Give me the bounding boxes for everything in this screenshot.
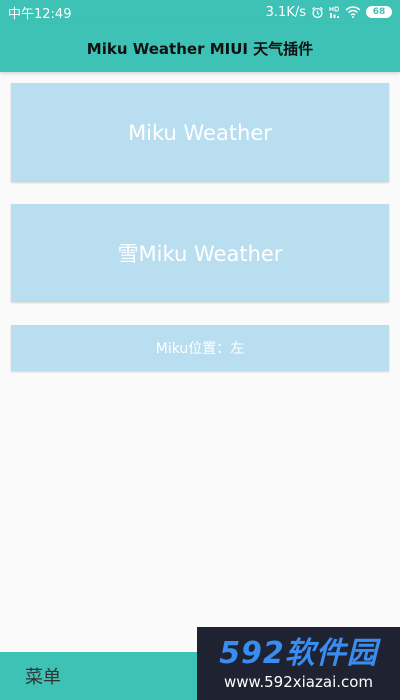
miku-position-button[interactable]: Miku位置：左: [11, 325, 389, 371]
page-title: Miku Weather MIUI 天气插件: [86, 39, 314, 58]
app-bar: Miku Weather MIUI 天气插件: [0, 24, 400, 72]
watermark: 592软件园 www.592xiazai.com: [197, 627, 400, 700]
hd-icon: [329, 6, 340, 19]
status-indicators: 3.1K/s 68: [266, 5, 392, 20]
snow-miku-weather-button[interactable]: 雪Miku Weather: [11, 204, 389, 302]
watermark-logo: 592软件园: [219, 635, 378, 671]
battery-icon: 68: [366, 6, 392, 18]
miku-weather-button[interactable]: Miku Weather: [11, 83, 389, 182]
wifi-icon: [345, 6, 361, 18]
alarm-icon: [311, 6, 324, 19]
menu-button[interactable]: 菜单: [25, 652, 61, 700]
status-time: 中午12:49: [8, 6, 72, 22]
status-bar: 中午12:49 3.1K/s 68: [0, 0, 400, 24]
watermark-url: www.592xiazai.com: [223, 672, 374, 691]
net-speed: 3.1K/s: [265, 4, 306, 20]
